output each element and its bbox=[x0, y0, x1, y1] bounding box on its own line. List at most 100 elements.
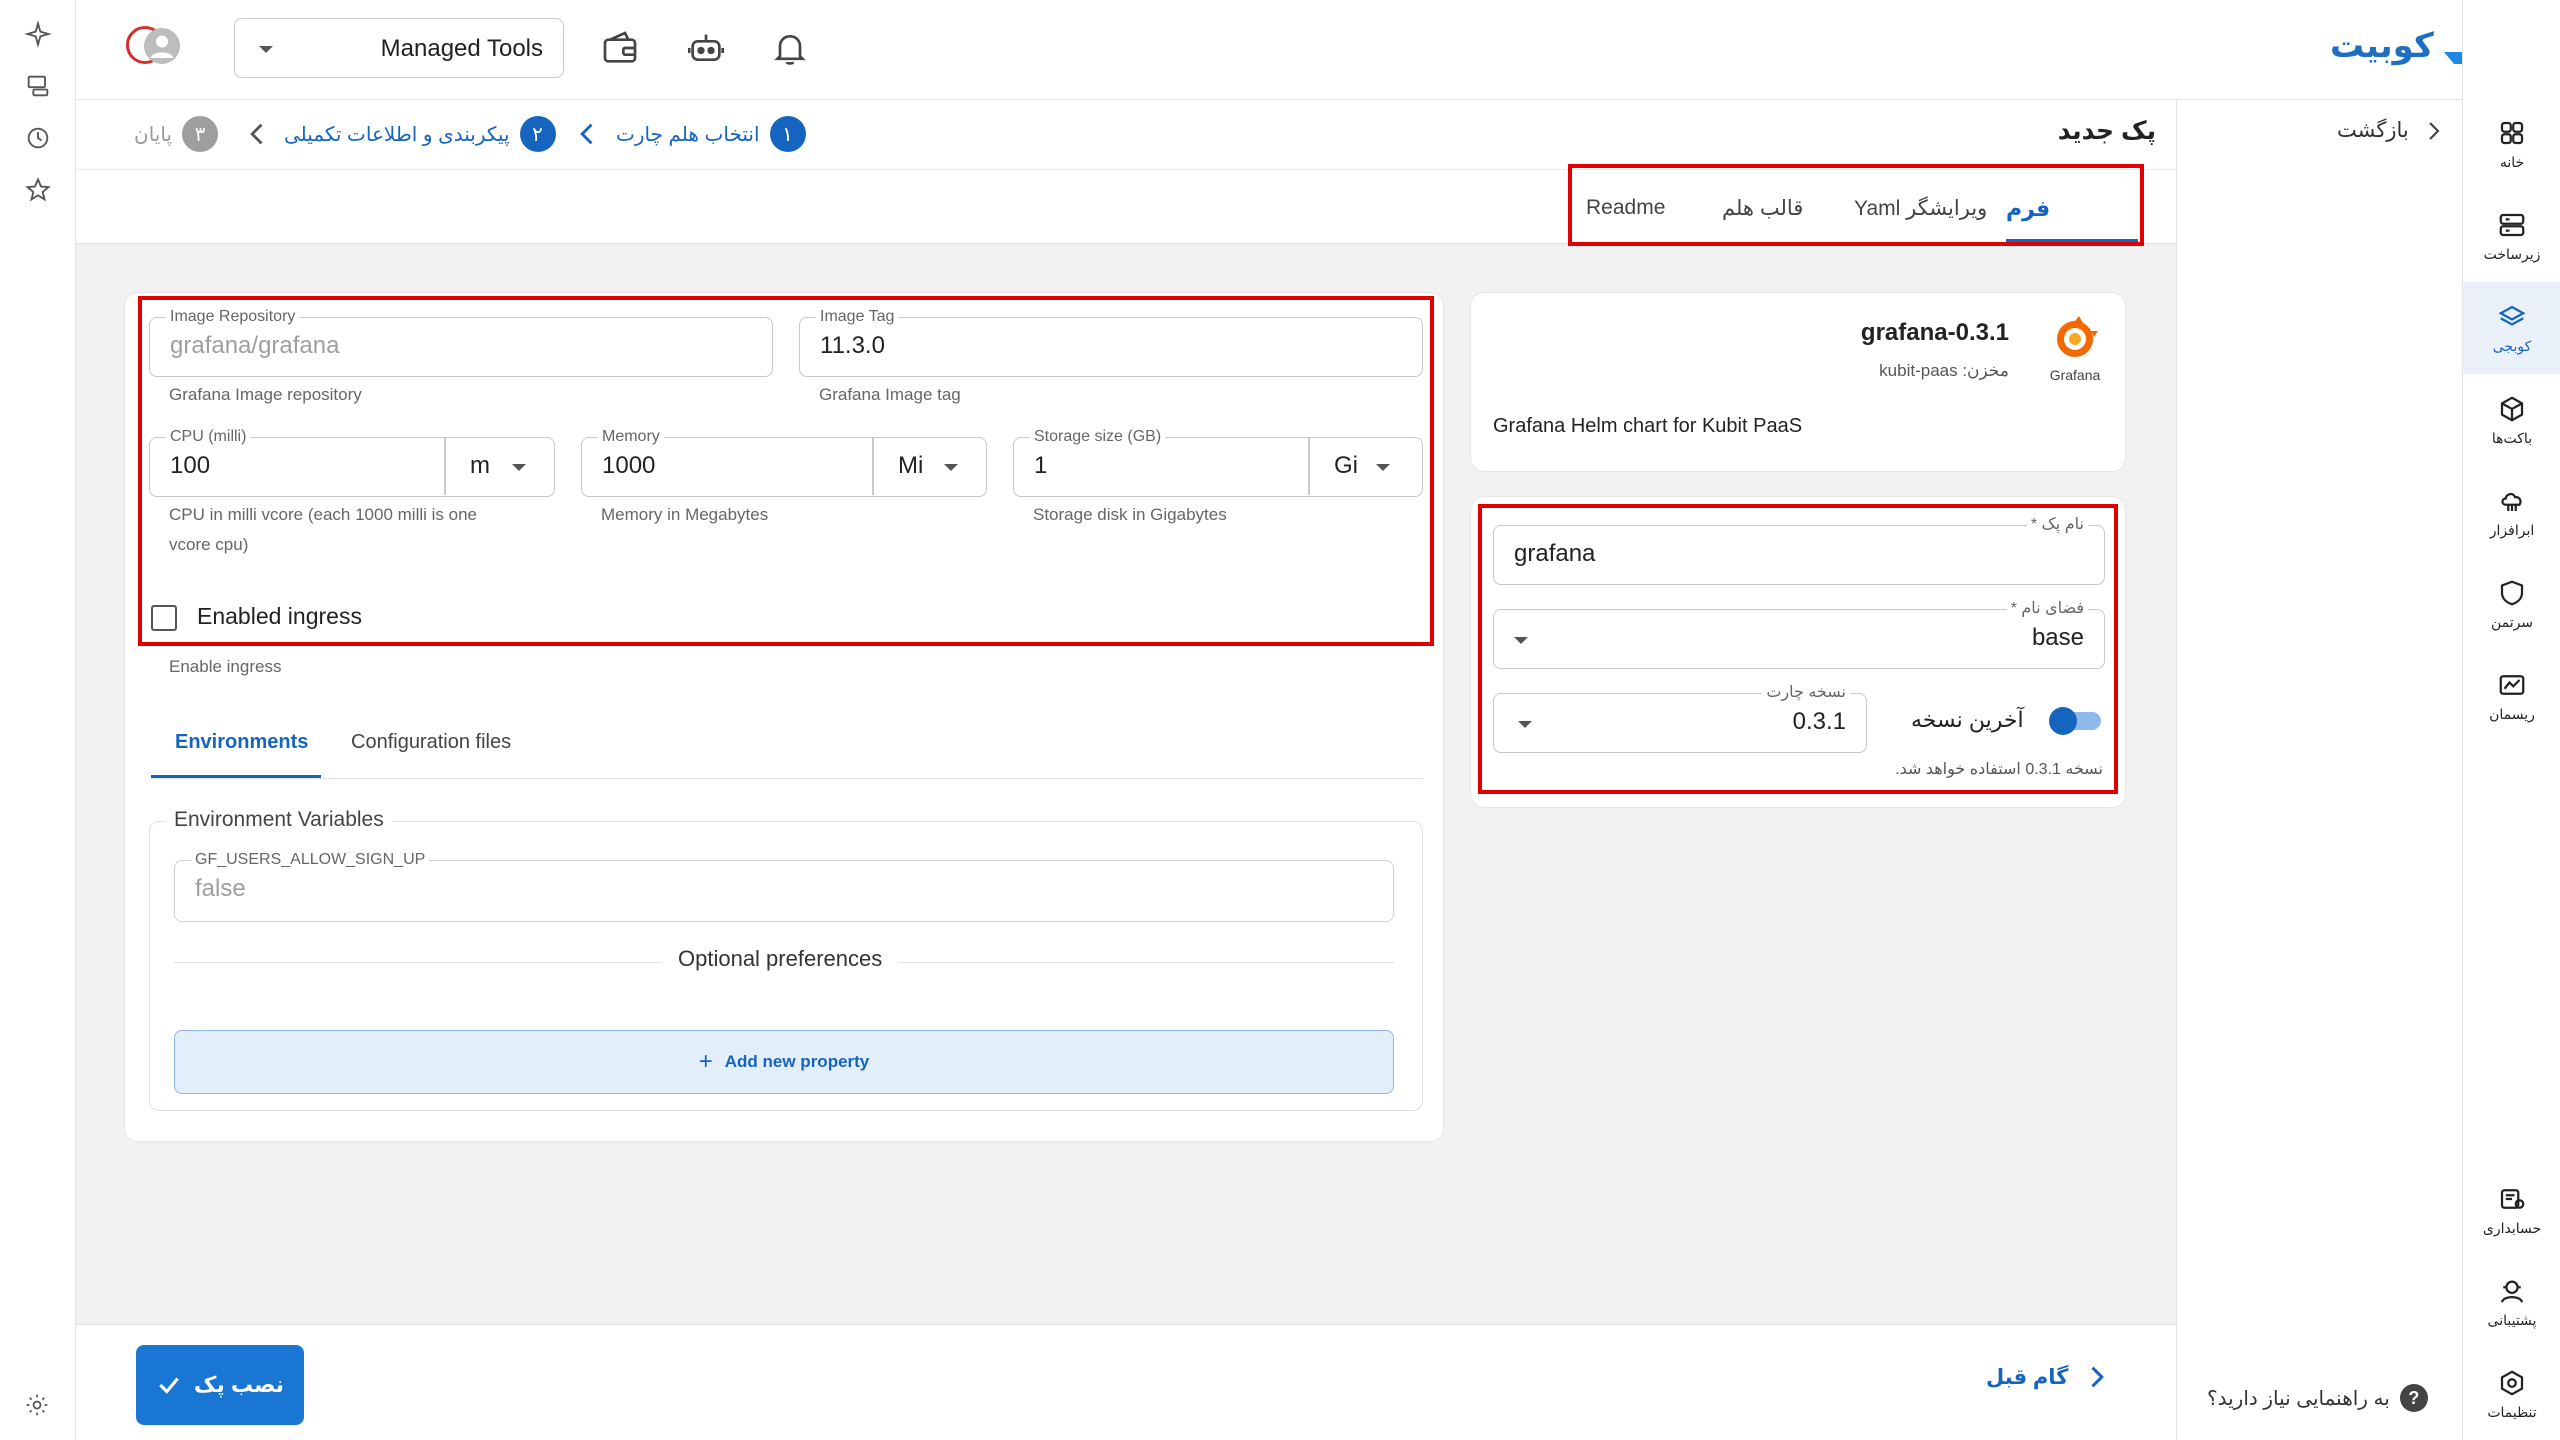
nav-label: خانه bbox=[2499, 153, 2525, 170]
env-var-value: false bbox=[195, 875, 246, 902]
nav-label: پشتیبانی bbox=[2487, 1311, 2537, 1328]
tab-divider bbox=[151, 778, 1423, 779]
storage-field[interactable]: Storage size (GB) 1 Gi bbox=[1013, 428, 1423, 497]
step-label: پایان bbox=[134, 123, 173, 146]
nav-item-settings[interactable]: تنظیمات bbox=[2463, 1348, 2560, 1440]
nav-label: تنظیمات bbox=[2487, 1403, 2537, 1420]
step-number: ۱ bbox=[769, 116, 806, 152]
tab-configuration-files[interactable]: Configuration files bbox=[351, 731, 511, 754]
tab-form[interactable]: فرم bbox=[2006, 196, 2050, 222]
storage-unit-select[interactable]: Gi bbox=[1310, 438, 1422, 495]
add-property-button[interactable]: + Add new property bbox=[174, 1030, 1394, 1094]
grafana-icon bbox=[2057, 316, 2098, 357]
previous-step-label: گام قبل bbox=[1986, 1365, 2069, 1389]
pack-name-field[interactable]: نام پک * grafana bbox=[1493, 516, 2105, 585]
cpu-label: CPU (milli) bbox=[166, 428, 251, 446]
cpu-unit-select[interactable]: m bbox=[446, 438, 554, 495]
memory-field[interactable]: Memory 1000 Mi bbox=[581, 428, 987, 497]
env-var-field[interactable]: GF_USERS_ALLOW_SIGN_UP false bbox=[174, 851, 1394, 922]
history-icon[interactable] bbox=[24, 124, 52, 152]
ingress-label: Enabled ingress bbox=[197, 603, 362, 629]
memory-unit-value: Mi bbox=[898, 452, 924, 479]
latest-version-label: آخرین نسخه bbox=[1911, 707, 2024, 732]
chart-version-select[interactable]: نسخه چارت 0.3.1 bbox=[1493, 684, 1867, 753]
image-tag-field[interactable]: Image Tag 11.3.0 bbox=[799, 308, 1423, 377]
dashboard-icon[interactable] bbox=[24, 72, 52, 100]
chevron-left-icon bbox=[244, 120, 272, 148]
ingress-checkbox[interactable] bbox=[151, 605, 177, 631]
grafana-logo-text: Grafana bbox=[2049, 367, 2101, 383]
bell-icon[interactable] bbox=[770, 28, 810, 68]
install-pack-label: نصب پک bbox=[193, 1372, 285, 1397]
workspace-select[interactable]: Managed Tools bbox=[234, 18, 564, 78]
chevron-right-icon bbox=[2091, 1366, 2105, 1388]
nav-label: ابرافزار bbox=[2489, 521, 2535, 538]
user-icon bbox=[144, 28, 180, 64]
nav-item-sartaman[interactable]: سرتمن bbox=[2463, 558, 2560, 650]
tab-yaml-editor[interactable]: ویرایشگر Yaml bbox=[1854, 196, 1987, 221]
robot-icon[interactable] bbox=[686, 28, 726, 68]
chevron-down-icon bbox=[1514, 637, 1528, 644]
tab-readme[interactable]: Readme bbox=[1586, 196, 1665, 220]
chart-version-value: 0.3.1 bbox=[1792, 708, 1846, 735]
namespace-label: فضای نام * bbox=[2006, 600, 2088, 618]
gear-icon[interactable] bbox=[24, 1392, 52, 1420]
breadcrumb: پایان ۳ پیکربندی و اطلاعات تکمیلی ۲ انتخ… bbox=[76, 100, 2176, 170]
sparkle-icon[interactable] bbox=[24, 20, 52, 48]
image-repository-field[interactable]: Image Repository grafana/grafana bbox=[149, 308, 773, 377]
latest-version-toggle[interactable] bbox=[2049, 707, 2101, 735]
avatar[interactable] bbox=[126, 26, 180, 70]
cpu-helper: CPU in milli vcore (each 1000 milli is o… bbox=[169, 505, 478, 524]
nav-item-support[interactable]: پشتیبانی bbox=[2463, 1256, 2560, 1348]
back-button[interactable]: بازگشت bbox=[2337, 118, 2445, 143]
main-nav: خانه زیرساخت کوبجی باکت‌ها ابرافزار سرتم… bbox=[2462, 0, 2560, 1440]
memory-unit-select[interactable]: Mi bbox=[874, 438, 986, 495]
nav-label: زیرساخت bbox=[2483, 245, 2541, 262]
tab-helm-template[interactable]: قالب هلم bbox=[1722, 196, 1803, 221]
step-number: ۲ bbox=[519, 116, 556, 152]
tab-environments[interactable]: Environments bbox=[175, 731, 308, 754]
environment-section-title: Environment Variables bbox=[166, 808, 392, 832]
help-link[interactable]: به راهنمایی نیاز دارید؟ ? bbox=[2207, 1384, 2428, 1412]
cpu-helper-cont: vcore cpu) bbox=[169, 535, 249, 554]
storage-label: Storage size (GB) bbox=[1030, 428, 1166, 446]
cpu-field[interactable]: CPU (milli) 100 m bbox=[149, 428, 555, 497]
previous-step-button[interactable]: گام قبل bbox=[1986, 1363, 2110, 1391]
chart-version-label: نسخه چارت bbox=[1762, 684, 1850, 702]
billing-icon bbox=[2500, 1188, 2525, 1209]
nav-item-rismaan[interactable]: ریسمان bbox=[2463, 650, 2560, 742]
chevron-down-icon bbox=[1518, 721, 1532, 728]
wallet-icon[interactable] bbox=[600, 28, 640, 68]
install-pack-button[interactable]: نصب پک bbox=[136, 1345, 304, 1425]
brand-name: کوبیت bbox=[2330, 27, 2434, 65]
pack-name-label: نام پک * bbox=[2026, 516, 2088, 534]
nav-item-buckets[interactable]: باکت‌ها bbox=[2463, 374, 2560, 466]
check-icon bbox=[159, 1377, 179, 1394]
support-icon bbox=[2500, 1280, 2524, 1303]
nav-label: سرتمن bbox=[2490, 613, 2534, 630]
step-number: ۳ bbox=[182, 116, 219, 152]
breadcrumb-step-1[interactable]: انتخاب هلم چارت ۱ bbox=[616, 116, 806, 152]
nav-item-kubji[interactable]: کوبجی bbox=[2463, 282, 2560, 374]
image-tag-helper: Grafana Image tag bbox=[819, 385, 961, 404]
tab-active-indicator bbox=[2006, 239, 2138, 243]
left-rail bbox=[0, 0, 76, 1440]
memory-helper: Memory in Megabytes bbox=[601, 505, 769, 524]
nav-item-billing[interactable]: حسابداری bbox=[2463, 1164, 2560, 1256]
star-icon[interactable] bbox=[24, 176, 52, 204]
nav-item-home[interactable]: خانه bbox=[2463, 98, 2560, 190]
nav-item-infrastructure[interactable]: زیرساخت bbox=[2463, 190, 2560, 282]
chart-description: Grafana Helm chart for Kubit PaaS bbox=[1493, 415, 1803, 437]
chart-info-card: Grafana grafana-0.3.1 مخزن: kubit-paas G… bbox=[1470, 292, 2126, 472]
chevron-down-icon bbox=[259, 46, 273, 53]
cpu-unit-value: m bbox=[470, 452, 490, 479]
step-label: انتخاب هلم چارت bbox=[616, 123, 760, 146]
nav-item-cloud-app[interactable]: ابرافزار bbox=[2463, 466, 2560, 558]
breadcrumb-step-3[interactable]: پایان ۳ bbox=[134, 116, 219, 152]
grafana-logo: Grafana bbox=[2045, 315, 2105, 383]
namespace-select[interactable]: فضای نام * base bbox=[1493, 600, 2105, 669]
pipeline-icon bbox=[2499, 674, 2525, 695]
image-tag-label: Image Tag bbox=[816, 308, 899, 326]
chevron-down-icon bbox=[944, 464, 958, 471]
breadcrumb-step-2[interactable]: پیکربندی و اطلاعات تکمیلی ۲ bbox=[284, 116, 556, 152]
